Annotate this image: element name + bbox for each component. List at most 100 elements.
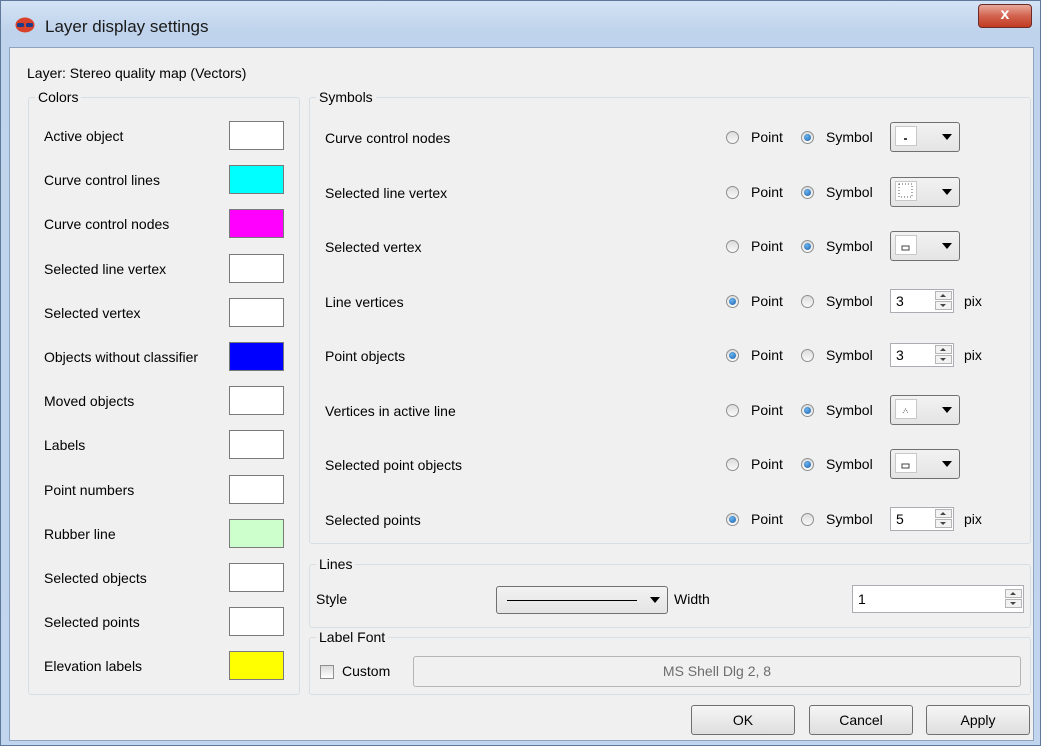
symbol-row-label: Selected points bbox=[325, 511, 421, 528]
decrement-icon[interactable] bbox=[935, 300, 952, 310]
symbol-row-label: Selected line vertex bbox=[325, 184, 448, 201]
point-radio[interactable] bbox=[726, 240, 739, 253]
width-label: Width bbox=[674, 591, 710, 607]
color-row-label: Moved objects bbox=[44, 393, 135, 410]
color-swatch-button[interactable] bbox=[229, 253, 284, 283]
size-stepper[interactable] bbox=[935, 345, 952, 365]
increment-icon[interactable] bbox=[1005, 589, 1022, 598]
color-swatch-button[interactable] bbox=[229, 563, 284, 592]
title-bar[interactable]: Layer display settings x bbox=[1, 1, 1040, 47]
symbol-radio[interactable] bbox=[801, 240, 814, 253]
increment-icon[interactable] bbox=[935, 290, 952, 300]
ok-button[interactable]: OK bbox=[691, 705, 795, 735]
symbol-radio[interactable] bbox=[801, 512, 814, 526]
point-radio-label[interactable]: Point bbox=[751, 129, 783, 145]
font-select-button[interactable]: MS Shell Dlg 2, 8 bbox=[413, 656, 1021, 687]
color-row-label: Elevation labels bbox=[44, 658, 143, 675]
symbol-radio[interactable] bbox=[801, 458, 814, 471]
lines-group: Lines Style Width 1 bbox=[309, 556, 1031, 628]
point-radio-label[interactable]: Point bbox=[751, 456, 783, 472]
chevron-down-icon bbox=[942, 134, 952, 140]
line-width-stepper[interactable] bbox=[1005, 589, 1022, 609]
point-radio-label[interactable]: Point bbox=[751, 238, 783, 254]
point-radio-label[interactable]: Point bbox=[751, 293, 783, 309]
window-title: Layer display settings bbox=[45, 17, 209, 36]
cancel-button[interactable]: Cancel bbox=[809, 705, 913, 735]
color-swatch-button[interactable] bbox=[229, 297, 284, 327]
custom-font-checkbox[interactable] bbox=[320, 665, 334, 679]
color-swatch-button[interactable] bbox=[229, 607, 284, 637]
symbol-radio-label[interactable]: Symbol bbox=[826, 402, 873, 418]
size-value: 3 bbox=[896, 347, 904, 363]
size-value: 5 bbox=[896, 510, 904, 527]
color-swatch-button[interactable] bbox=[229, 430, 284, 460]
symbol-row-label: Vertices in active line bbox=[325, 402, 456, 419]
symbol-radio-label[interactable]: Symbol bbox=[826, 347, 873, 363]
symbol-select[interactable] bbox=[890, 231, 960, 261]
color-swatch-button[interactable] bbox=[229, 651, 284, 681]
symbol-radio[interactable] bbox=[801, 349, 814, 362]
decrement-icon[interactable] bbox=[935, 355, 952, 364]
lines-group-title: Lines bbox=[316, 556, 356, 572]
symbol-select[interactable] bbox=[890, 394, 960, 425]
size-spinbox[interactable]: 3 bbox=[890, 288, 954, 313]
size-spinbox[interactable]: 3 bbox=[890, 343, 954, 367]
symbol-radio-label[interactable]: Symbol bbox=[826, 238, 873, 254]
point-radio-label[interactable]: Point bbox=[751, 347, 783, 363]
point-radio[interactable] bbox=[726, 131, 739, 144]
point-radio[interactable] bbox=[726, 349, 739, 362]
symbol-radio[interactable] bbox=[801, 294, 814, 308]
symbol-row-label: Point objects bbox=[325, 348, 406, 364]
small-square-symbol-icon bbox=[895, 453, 917, 473]
point-radio[interactable] bbox=[726, 185, 739, 199]
line-width-spinbox[interactable]: 1 bbox=[852, 585, 1024, 613]
symbol-radio-label[interactable]: Symbol bbox=[826, 129, 873, 145]
unit-label: pix bbox=[964, 292, 982, 309]
color-swatch-button[interactable] bbox=[229, 209, 284, 239]
symbol-radio[interactable] bbox=[801, 185, 814, 199]
point-radio[interactable] bbox=[726, 458, 739, 471]
size-spinbox[interactable]: 5 bbox=[890, 506, 954, 531]
symbol-radio-label[interactable]: Symbol bbox=[826, 293, 873, 309]
dialog-window: Layer display settings x Layer: Stereo q… bbox=[0, 0, 1041, 746]
point-radio-label[interactable]: Point bbox=[751, 184, 783, 200]
color-swatch-button[interactable] bbox=[229, 342, 284, 371]
unit-label: pix bbox=[964, 347, 982, 363]
symbol-radio-label[interactable]: Symbol bbox=[826, 184, 873, 200]
size-stepper[interactable] bbox=[935, 290, 952, 311]
symbol-radio[interactable] bbox=[801, 131, 814, 144]
color-swatch-button[interactable] bbox=[229, 165, 284, 195]
point-radio[interactable] bbox=[726, 294, 739, 308]
apply-button[interactable]: Apply bbox=[926, 705, 1030, 735]
point-radio-label[interactable]: Point bbox=[751, 402, 783, 418]
symbol-radio-label[interactable]: Symbol bbox=[826, 456, 873, 472]
color-swatch-button[interactable] bbox=[229, 518, 284, 548]
close-button[interactable]: x bbox=[978, 4, 1032, 28]
symbol-select[interactable] bbox=[890, 176, 960, 207]
point-radio-label[interactable]: Point bbox=[751, 511, 783, 527]
unit-label: pix bbox=[964, 510, 982, 527]
symbol-radio[interactable] bbox=[801, 403, 814, 417]
color-row-label: Objects without classifier bbox=[44, 349, 199, 365]
colors-group: Colors Active object Curve control lines C… bbox=[28, 89, 300, 695]
label-font-group-title: Label Font bbox=[316, 629, 389, 645]
point-radio[interactable] bbox=[726, 403, 739, 417]
symbol-radio-label[interactable]: Symbol bbox=[826, 511, 873, 527]
symbol-select[interactable] bbox=[890, 449, 960, 479]
increment-icon[interactable] bbox=[935, 345, 952, 354]
decrement-icon[interactable] bbox=[1005, 599, 1022, 608]
decrement-icon[interactable] bbox=[935, 518, 952, 528]
small-square-symbol-icon bbox=[895, 235, 917, 255]
color-swatch-button[interactable] bbox=[229, 474, 284, 504]
dot-symbol-icon bbox=[895, 126, 917, 146]
style-label: Style bbox=[316, 591, 348, 607]
color-swatch-button[interactable] bbox=[229, 386, 284, 416]
symbol-select[interactable] bbox=[890, 122, 960, 152]
color-swatch-button[interactable] bbox=[229, 121, 284, 150]
point-radio[interactable] bbox=[726, 512, 739, 526]
line-width-value: 1 bbox=[858, 591, 866, 607]
increment-icon[interactable] bbox=[935, 508, 952, 518]
line-style-select[interactable] bbox=[496, 586, 668, 614]
size-stepper[interactable] bbox=[935, 508, 952, 529]
custom-font-label[interactable]: Custom bbox=[342, 663, 390, 679]
